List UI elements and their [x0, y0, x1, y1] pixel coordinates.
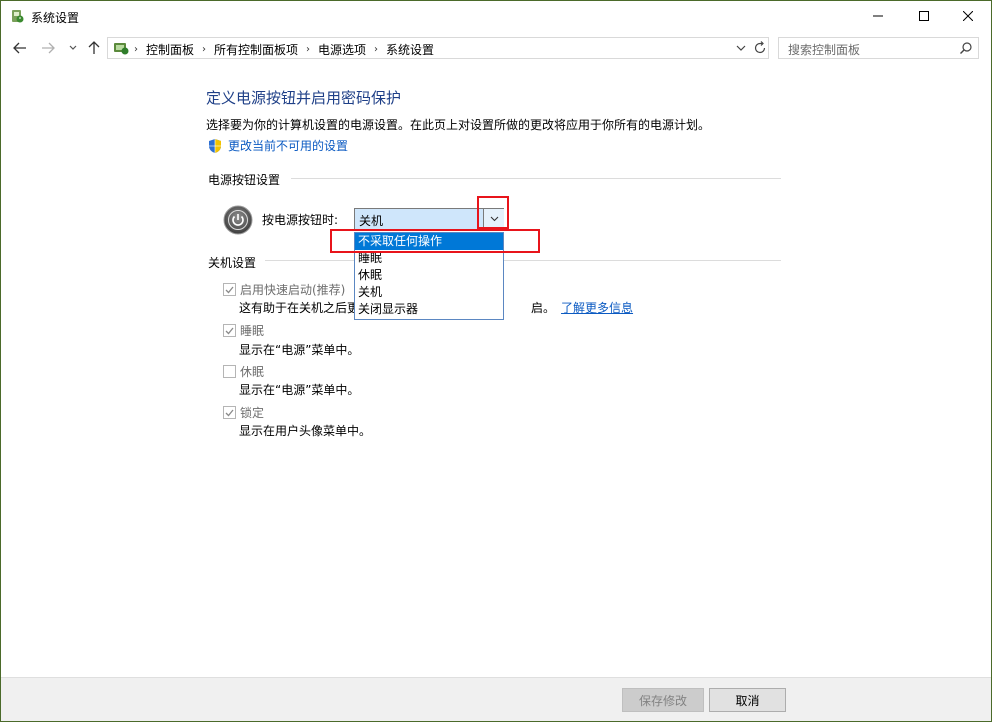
hibernate-option: 休眠 [223, 363, 264, 380]
fast-startup-option: 启用快速启动(推荐) [223, 281, 345, 298]
fast-startup-desc-prefix: 这有助于在关机之后更 [239, 301, 360, 315]
search-icon[interactable] [959, 41, 973, 55]
close-button[interactable] [945, 1, 991, 31]
window: 系统设置 › 控制面板 › 所有控制面板项 › 电源选项 › 系统设置 搜索控制… [0, 0, 992, 722]
checkmark-icon [225, 409, 234, 416]
power-options-icon [12, 10, 24, 23]
checkmark-icon [225, 286, 234, 293]
up-button[interactable] [85, 39, 103, 57]
breadcrumb: › 控制面板 › 所有控制面板项 › 电源选项 › 系统设置 [134, 41, 434, 58]
back-button[interactable] [11, 39, 29, 57]
page-title: 定义电源按钮并启用密码保护 [206, 89, 402, 107]
section-divider [504, 260, 781, 261]
breadcrumb-item-power-options[interactable]: 电源选项 [318, 41, 366, 58]
footer-bar: 保存修改 取消 [1, 677, 991, 721]
highlight-dropdown-arrow [477, 196, 509, 229]
sleep-label: 睡眠 [240, 324, 265, 338]
chevron-down-icon [69, 45, 77, 50]
breadcrumb-item-all-items[interactable]: 所有控制面板项 [214, 41, 298, 58]
lock-label: 锁定 [240, 406, 265, 420]
maximize-icon [919, 11, 929, 21]
search-box[interactable]: 搜索控制面板 [778, 37, 979, 59]
address-dropdown-icon[interactable] [734, 41, 748, 55]
sleep-option: 睡眠 [223, 322, 264, 339]
section-divider [265, 260, 354, 261]
power-button-action-label: 按电源按钮时: [262, 213, 339, 227]
navigation-bar: › 控制面板 › 所有控制面板项 › 电源选项 › 系统设置 搜索控制面板 [1, 31, 991, 65]
back-arrow-icon [13, 42, 26, 54]
dropdown-option-turn-off-display[interactable]: 关闭显示器 [355, 301, 503, 318]
lock-checkbox[interactable] [223, 406, 236, 419]
power-button-section-heading: 电源按钮设置 [208, 173, 281, 187]
highlight-do-nothing-option [330, 229, 540, 253]
breadcrumb-separator-icon: › [374, 44, 379, 55]
control-panel-icon [114, 43, 129, 55]
lock-description: 显示在用户头像菜单中。 [239, 424, 372, 438]
breadcrumb-item-control-panel[interactable]: 控制面板 [146, 41, 194, 58]
learn-more-link[interactable]: 了解更多信息 [561, 301, 633, 315]
forward-button[interactable] [39, 39, 57, 57]
minimize-button[interactable] [855, 1, 901, 31]
checkmark-icon [225, 327, 234, 334]
lock-option: 锁定 [223, 404, 264, 421]
save-changes-button[interactable]: 保存修改 [622, 688, 704, 712]
sleep-description: 显示在“电源”菜单中。 [239, 343, 360, 357]
up-arrow-icon [88, 41, 100, 54]
fast-startup-label: 启用快速启动(推荐) [240, 283, 346, 297]
section-divider [291, 178, 781, 179]
cancel-button[interactable]: 取消 [709, 688, 786, 712]
fast-startup-desc-suffix: 启。 [531, 301, 556, 315]
hibernate-description: 显示在“电源”菜单中。 [239, 383, 360, 397]
refresh-icon[interactable] [752, 40, 768, 56]
address-bar[interactable]: › 控制面板 › 所有控制面板项 › 电源选项 › 系统设置 [107, 37, 769, 59]
window-title: 系统设置 [31, 11, 80, 25]
recent-locations-button[interactable] [64, 39, 82, 57]
main-content: 定义电源按钮并启用密码保护 选择要为你的计算机设置的电源设置。在此页上对设置所做… [1, 65, 991, 677]
breadcrumb-separator-icon: › [202, 44, 207, 55]
shutdown-section-heading: 关机设置 [208, 256, 257, 270]
page-description: 选择要为你的计算机设置的电源设置。在此页上对设置所做的更改将应用于你所有的电源计… [206, 118, 711, 132]
dropdown-option-shutdown[interactable]: 关机 [355, 284, 503, 301]
title-bar: 系统设置 [1, 1, 991, 31]
uac-shield-icon [209, 138, 221, 153]
hibernate-label: 休眠 [240, 365, 265, 379]
breadcrumb-separator-icon: › [134, 44, 138, 55]
maximize-button[interactable] [901, 1, 947, 31]
power-button-icon [223, 205, 253, 235]
breadcrumb-separator-icon: › [306, 44, 311, 55]
close-icon [963, 11, 973, 21]
minimize-icon [873, 15, 883, 17]
sleep-checkbox[interactable] [223, 324, 236, 337]
change-settings-link-row[interactable]: 更改当前不可用的设置 [207, 137, 348, 154]
forward-arrow-icon [42, 42, 55, 54]
search-input[interactable]: 搜索控制面板 [788, 41, 860, 58]
breadcrumb-item-system-settings[interactable]: 系统设置 [386, 41, 434, 58]
hibernate-checkbox[interactable] [223, 365, 236, 378]
fast-startup-checkbox[interactable] [223, 283, 236, 296]
selected-value: 关机 [359, 214, 384, 228]
change-unavailable-settings-link[interactable]: 更改当前不可用的设置 [228, 137, 348, 154]
dropdown-option-hibernate[interactable]: 休眠 [355, 267, 503, 284]
